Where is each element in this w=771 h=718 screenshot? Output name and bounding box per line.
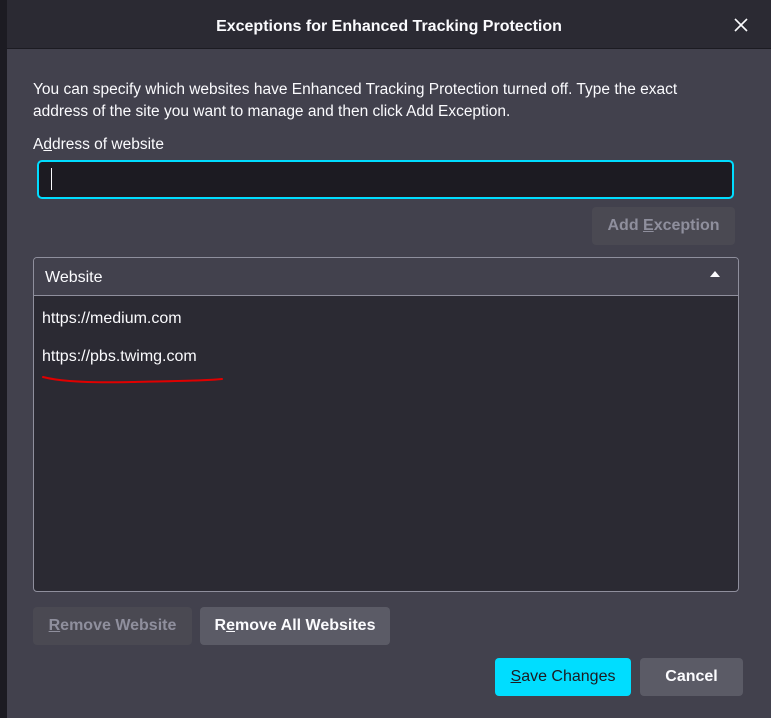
address-label: Address of website xyxy=(33,136,164,154)
list-item[interactable]: https://pbs.twimg.com xyxy=(42,348,197,366)
column-header-label: Website xyxy=(45,269,103,286)
cancel-button[interactable]: Cancel xyxy=(640,658,743,696)
remove-website-post: emove Website xyxy=(60,617,177,634)
remove-website-accesskey: R xyxy=(48,617,61,634)
save-changes-button[interactable]: Save Changes xyxy=(495,658,631,696)
exceptions-dialog: Exceptions for Enhanced Tracking Protect… xyxy=(7,0,771,718)
close-icon[interactable] xyxy=(728,12,754,38)
dialog-title: Exceptions for Enhanced Tracking Protect… xyxy=(216,18,562,35)
close-icon-glyph xyxy=(734,18,748,32)
add-exception-button[interactable]: Add Exception xyxy=(592,207,735,245)
website-list[interactable]: Website https://medium.com https://pbs.t… xyxy=(33,257,739,592)
remove-all-websites-button[interactable]: Re move All Websites xyxy=(200,607,390,645)
title-bar: Exceptions for Enhanced Tracking Protect… xyxy=(7,0,771,49)
address-label-accesskey: d xyxy=(43,136,52,153)
sort-ascending-icon xyxy=(710,271,720,277)
add-exception-pre: Add xyxy=(607,217,644,234)
column-header-website[interactable]: Website xyxy=(34,258,738,296)
remove-all-post: move All Websites xyxy=(234,617,376,634)
address-input[interactable] xyxy=(37,160,734,199)
description-text: You can specify which websites have Enha… xyxy=(33,81,678,120)
add-exception-post: xception xyxy=(653,217,720,234)
add-exception-accesskey: E xyxy=(643,217,654,234)
text-caret xyxy=(51,168,52,190)
address-label-post: dress of website xyxy=(51,136,164,153)
remove-website-button[interactable]: Remove Website xyxy=(33,607,192,645)
remove-all-accesskey: e xyxy=(226,617,235,634)
save-post: ave Changes xyxy=(521,668,616,685)
remove-all-pre: R xyxy=(214,617,227,634)
address-label-pre: A xyxy=(33,136,44,153)
save-accesskey: S xyxy=(510,668,522,685)
red-underline-annotation xyxy=(42,376,223,384)
list-item[interactable]: https://medium.com xyxy=(42,310,182,328)
